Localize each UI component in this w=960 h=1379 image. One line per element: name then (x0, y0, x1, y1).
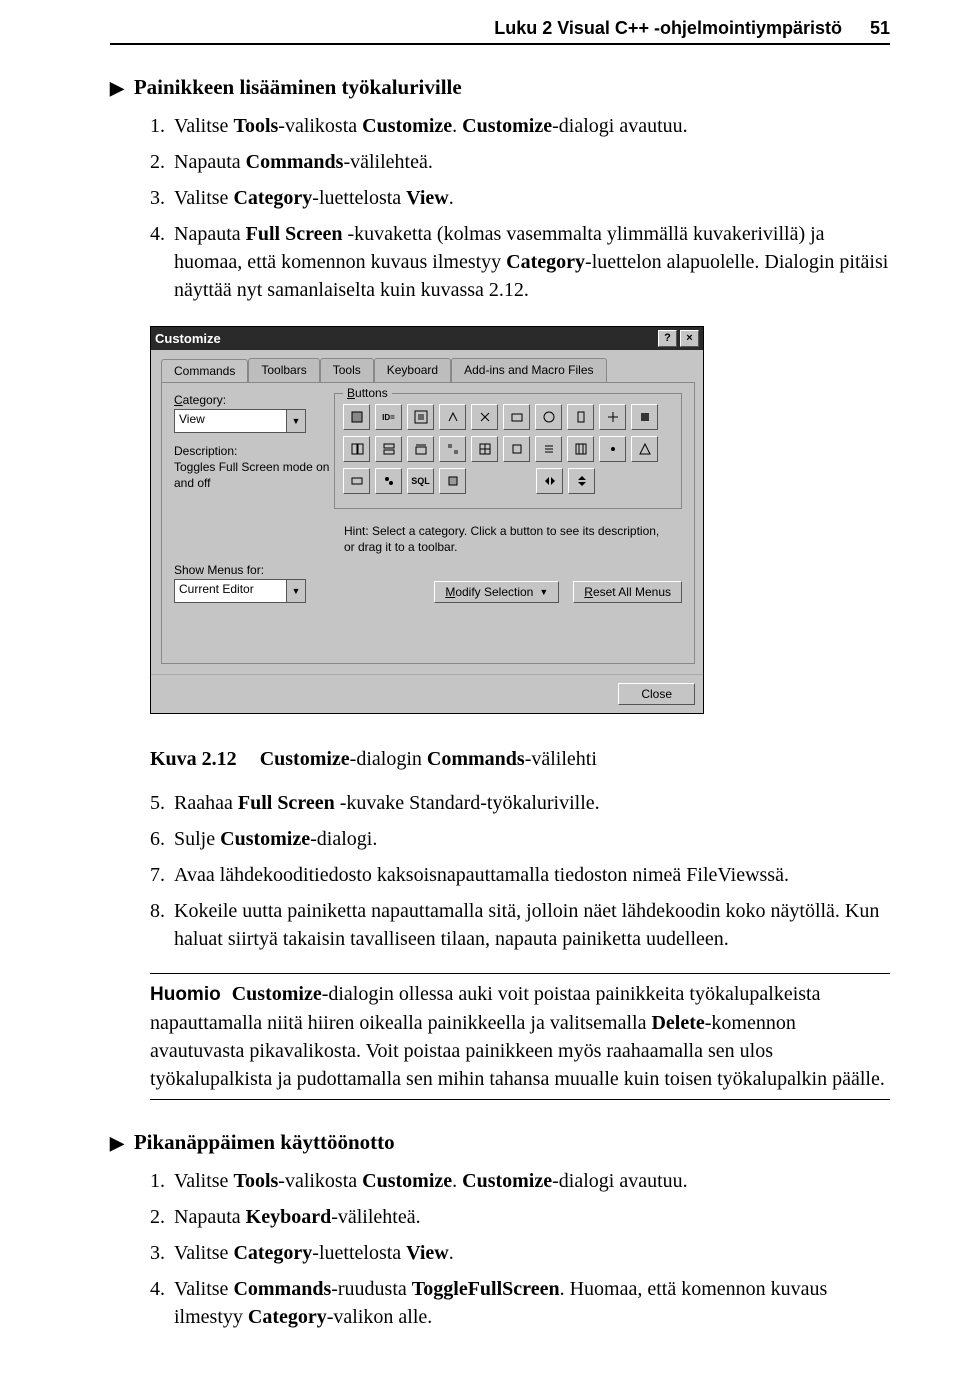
tool-icon[interactable] (343, 468, 370, 494)
tool-icon[interactable] (536, 468, 563, 494)
figure-number: Kuva 2.12 (150, 748, 237, 770)
close-button[interactable]: Close (618, 683, 695, 705)
chevron-down-icon[interactable]: ▼ (286, 580, 305, 602)
tool-icon[interactable] (535, 436, 562, 462)
step-2: Napauta Keyboard-välilehteä. (170, 1203, 890, 1231)
dialog-title: Customize (155, 331, 221, 346)
step-4: Napauta Full Screen -kuvaketta (kolmas v… (170, 220, 890, 304)
step-1: Valitse Tools-valikosta Customize. Custo… (170, 112, 890, 140)
tab-addins[interactable]: Add-ins and Macro Files (451, 358, 606, 382)
button-row-1: ID= (343, 404, 673, 430)
tool-icon[interactable] (567, 404, 594, 430)
tool-icon[interactable] (439, 468, 466, 494)
tool-icon[interactable] (343, 436, 370, 462)
note-box: Huomio Customize-dialogin ollessa auki v… (150, 973, 890, 1100)
tab-tools[interactable]: Tools (320, 358, 374, 382)
tool-icon[interactable] (503, 404, 530, 430)
tool-icon[interactable] (503, 436, 530, 462)
tool-icon[interactable] (567, 436, 594, 462)
description-text: Toggles Full Screen mode on and off (174, 459, 334, 491)
category-label: Category: (174, 393, 334, 407)
fullscreen-icon[interactable] (407, 404, 434, 430)
steps-list-1: Valitse Tools-valikosta Customize. Custo… (110, 112, 890, 304)
tool-icon[interactable]: SQL (407, 468, 434, 494)
page-number: 51 (870, 18, 890, 39)
triangle-icon: ▶ (110, 1133, 124, 1154)
dialog-tabs: Commands Toolbars Tools Keyboard Add-ins… (161, 358, 695, 382)
buttons-group: Buttons ID= (334, 393, 682, 509)
tool-icon[interactable]: ID= (375, 404, 402, 430)
step-3: Valitse Category-luettelosta View. (170, 1239, 890, 1267)
page-header: Luku 2 Visual C++ -ohjelmointiympäristö … (110, 18, 890, 45)
step-3: Valitse Category-luettelosta View. (170, 184, 890, 212)
category-value: View (175, 410, 286, 432)
step-1: Valitse Tools-valikosta Customize. Custo… (170, 1167, 890, 1195)
tool-icon[interactable] (599, 404, 626, 430)
tab-toolbars[interactable]: Toolbars (248, 358, 319, 382)
button-row-3: SQL (343, 468, 673, 494)
help-button[interactable]: ? (658, 330, 677, 347)
step-8: Kokeile uutta painiketta napauttamalla s… (170, 897, 890, 953)
section-title-text: Painikkeen lisääminen työkaluriville (134, 75, 462, 100)
tool-icon[interactable] (407, 436, 434, 462)
tool-icon[interactable] (631, 436, 658, 462)
step-4: Valitse Commands-ruudusta ToggleFullScre… (170, 1275, 890, 1331)
close-icon[interactable]: × (680, 330, 699, 347)
tool-icon[interactable] (375, 468, 402, 494)
reset-all-menus-button[interactable]: Reset All Menus (573, 581, 682, 603)
chapter-label: Luku 2 Visual C++ -ohjelmointiympäristö (494, 18, 842, 39)
tool-icon[interactable] (631, 404, 658, 430)
show-menus-label: Show Menus for: (174, 563, 306, 577)
step-2: Napauta Commands-välilehteä. (170, 148, 890, 176)
step-5: Raahaa Full Screen -kuvake Standard-työk… (170, 789, 890, 817)
tab-keyboard[interactable]: Keyboard (374, 358, 451, 382)
steps-list-2: Valitse Tools-valikosta Customize. Custo… (110, 1167, 890, 1331)
tool-icon[interactable] (471, 436, 498, 462)
button-row-2 (343, 436, 673, 462)
tool-icon[interactable] (343, 404, 370, 430)
customize-dialog: Customize ? × Commands Toolbars Tools Ke… (150, 326, 704, 714)
show-menus-value: Current Editor (175, 580, 286, 602)
tool-icon[interactable] (439, 404, 466, 430)
tool-icon[interactable] (439, 436, 466, 462)
category-combobox[interactable]: View ▼ (174, 409, 306, 433)
tool-icon[interactable] (375, 436, 402, 462)
chevron-down-icon: ▼ (539, 587, 548, 597)
note-label: Huomio (150, 984, 221, 1005)
section-title-shortcut: ▶ Pikanäppäimen käyttöönotto (110, 1130, 890, 1155)
description-label: Description: (174, 443, 334, 459)
section-title-add-button: ▶ Painikkeen lisääminen työkaluriville (110, 75, 890, 100)
tab-panel: Category: View ▼ Description: Toggles Fu… (161, 382, 695, 664)
figure-customize-dialog: Customize ? × Commands Toolbars Tools Ke… (150, 326, 890, 714)
dialog-titlebar[interactable]: Customize ? × (151, 327, 703, 350)
tool-icon[interactable] (599, 436, 626, 462)
modify-selection-button[interactable]: Modify Selection ▼ (434, 581, 559, 603)
chevron-down-icon[interactable]: ▼ (286, 410, 305, 432)
step-6: Sulje Customize-dialogi. (170, 825, 890, 853)
steps-list-1b: Raahaa Full Screen -kuvake Standard-työk… (110, 789, 890, 953)
section-title-text: Pikanäppäimen käyttöönotto (134, 1130, 395, 1155)
hint-text: Hint: Select a category. Click a button … (344, 523, 664, 555)
tool-icon[interactable] (471, 404, 498, 430)
step-7: Avaa lähdekooditiedosto kaksoisnapauttam… (170, 861, 890, 889)
tab-commands[interactable]: Commands (161, 359, 248, 383)
tool-icon[interactable] (568, 468, 595, 494)
figure-caption: Kuva 2.12 Customize-dialogin Commands-vä… (150, 748, 890, 771)
show-menus-combobox[interactable]: Current Editor ▼ (174, 579, 306, 603)
triangle-icon: ▶ (110, 78, 124, 99)
tool-icon[interactable] (535, 404, 562, 430)
